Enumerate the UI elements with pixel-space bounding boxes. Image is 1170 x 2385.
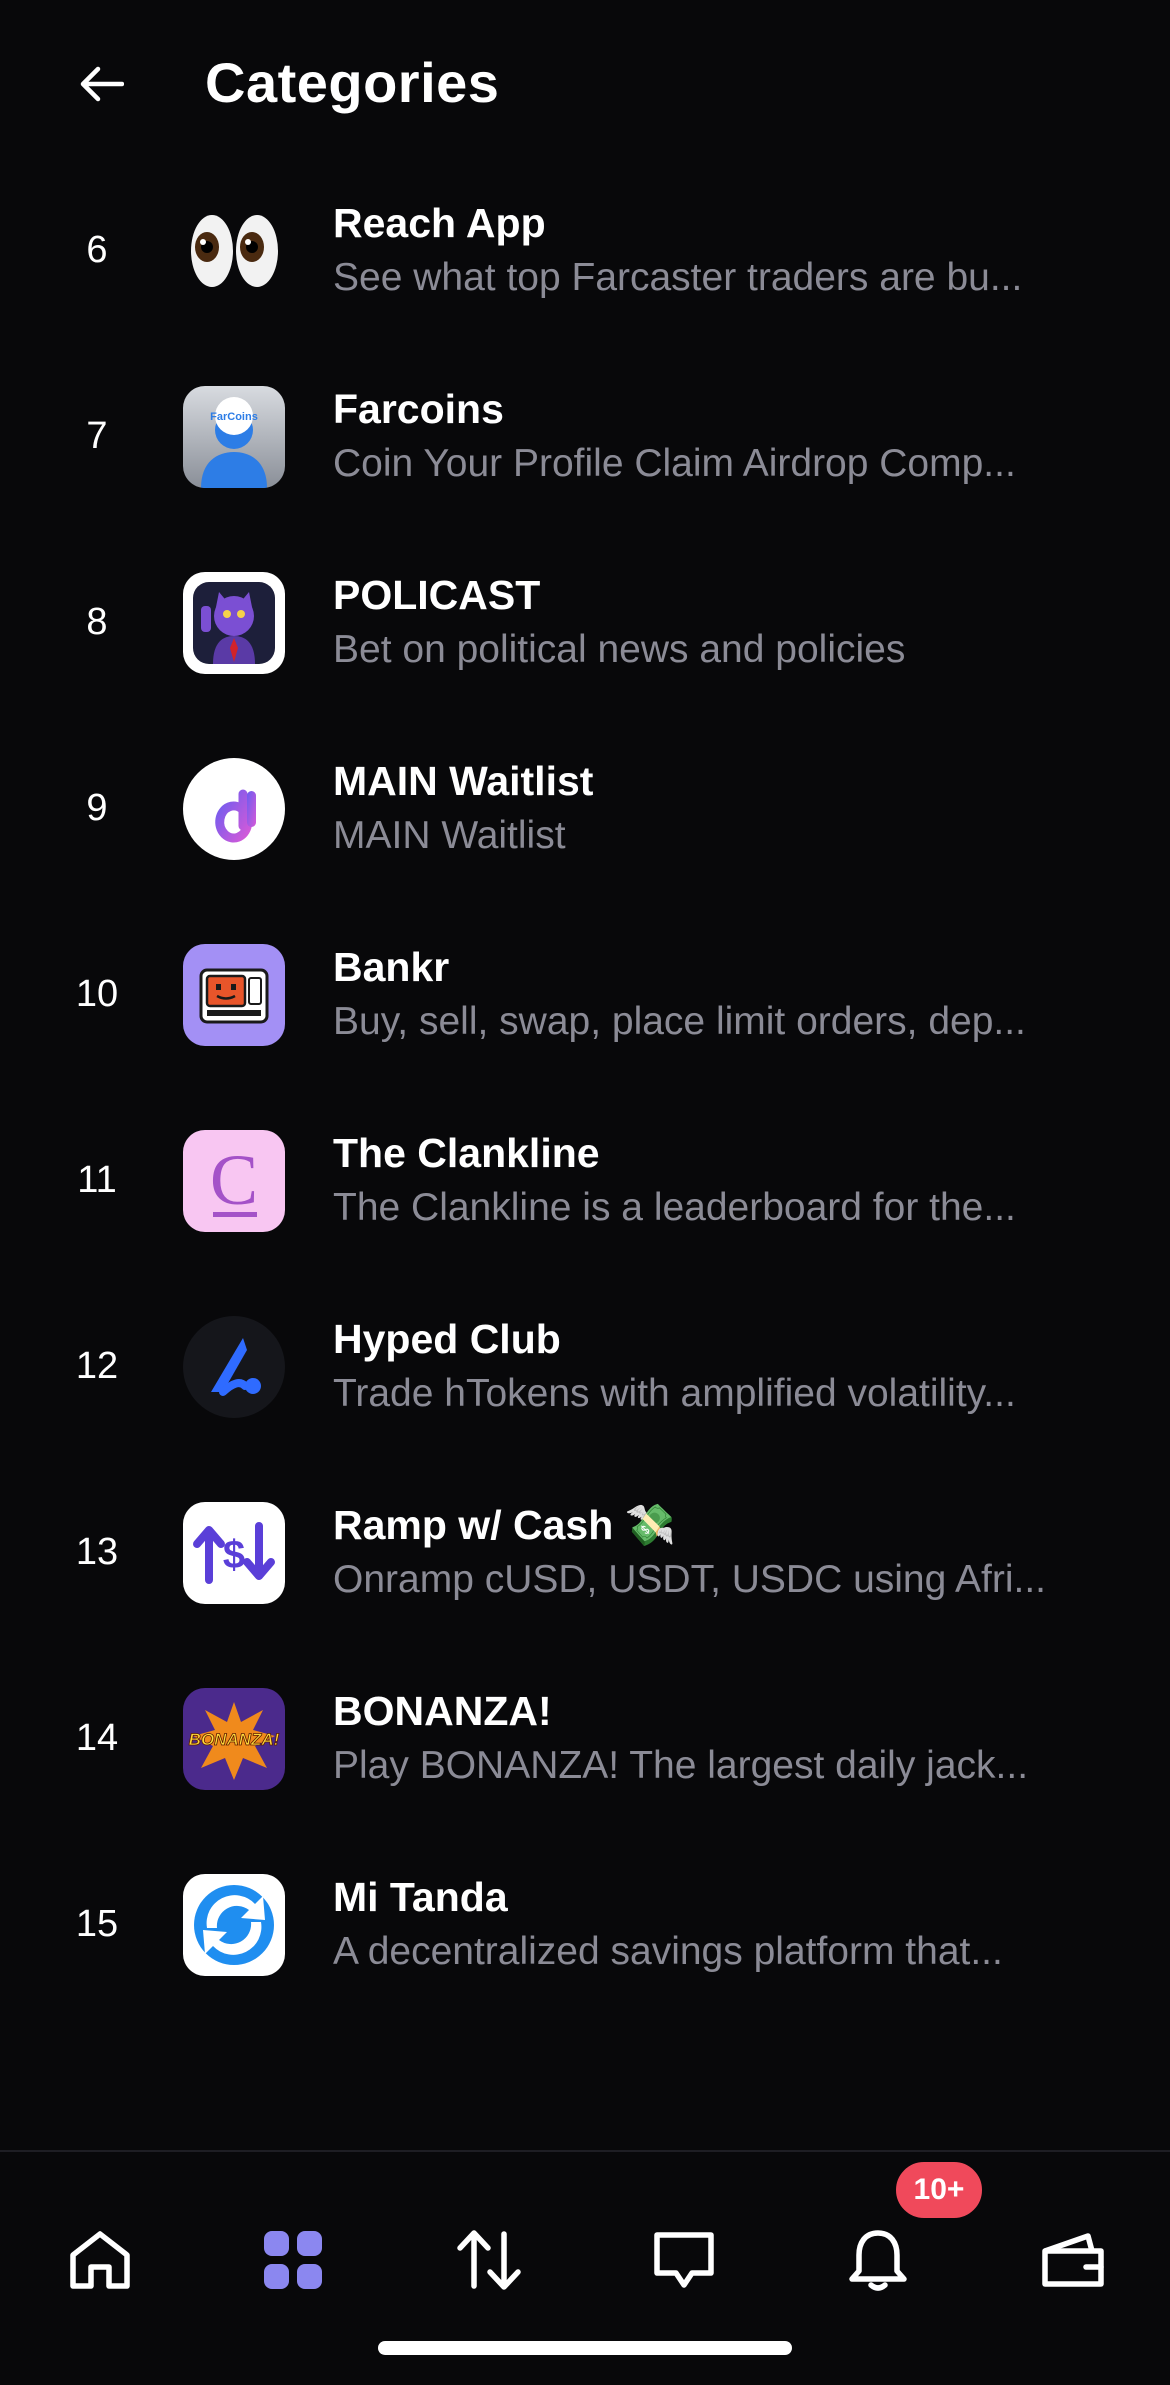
wallet-icon xyxy=(1042,2233,1104,2287)
list-item[interactable]: 15 Mi Tanda A decentralized savings plat… xyxy=(0,1854,1170,2040)
bonanza-icon: BONANZA! xyxy=(183,1688,285,1790)
list-item[interactable]: 14 BONANZA! BONANZA! Play BONANZA! The l… xyxy=(0,1668,1170,1854)
arrow-left-icon xyxy=(80,66,124,102)
rank-number: 11 xyxy=(77,1158,117,1201)
app-description: MAIN Waitlist xyxy=(333,814,566,857)
mi-tanda-icon xyxy=(183,1874,285,1976)
nav-home[interactable] xyxy=(40,2200,160,2320)
list-item[interactable]: 12 Hyped Club Trade hTokens with amplifi… xyxy=(0,1296,1170,1482)
nav-categories[interactable] xyxy=(233,2200,353,2320)
app-description: A decentralized savings platform that... xyxy=(333,1930,1003,1973)
list-item[interactable]: 8 POLICAST Bet on political news and pol… xyxy=(0,552,1170,738)
app-name: Reach App xyxy=(333,200,546,246)
farcoins-icon: FarCoins xyxy=(183,386,285,488)
rank-number: 6 xyxy=(86,228,108,271)
bankr-robot-icon xyxy=(183,944,285,1046)
nav-wallet[interactable] xyxy=(1013,2200,1133,2320)
app-description: Trade hTokens with amplified volatility.… xyxy=(333,1372,1016,1415)
app-name: Farcoins xyxy=(333,386,504,432)
rank-number: 13 xyxy=(75,1530,119,1573)
app-name: The Clankline xyxy=(333,1130,600,1176)
app-name: Hyped Club xyxy=(333,1316,561,1362)
hyped-club-icon xyxy=(183,1316,285,1418)
app-description: See what top Farcaster traders are bu... xyxy=(333,256,1023,299)
app-description: Onramp cUSD, USDT, USDC using Afri... xyxy=(333,1558,1047,1601)
svg-text:C: C xyxy=(210,1140,258,1220)
bell-icon xyxy=(849,2230,907,2291)
header: Categories xyxy=(0,0,1170,170)
rank-number: 15 xyxy=(75,1902,119,1945)
list-item[interactable]: 9 MAIN Waitlist MAIN Waitlist xyxy=(0,738,1170,924)
svg-text:FarCoins: FarCoins xyxy=(210,411,258,423)
eyes-icon xyxy=(183,200,285,302)
app-description: The Clankline is a leaderboard for the..… xyxy=(333,1186,1016,1229)
app-description: Coin Your Profile Claim Airdrop Comp... xyxy=(333,442,1016,485)
rank-number: 7 xyxy=(86,414,108,457)
rank-number: 12 xyxy=(75,1344,119,1387)
svg-text:$: $ xyxy=(223,1533,245,1577)
app-description: Bet on political news and policies xyxy=(333,628,906,671)
app-description: Buy, sell, swap, place limit orders, dep… xyxy=(333,1000,1026,1043)
policast-cat-icon xyxy=(183,572,285,674)
rank-number: 9 xyxy=(86,786,108,829)
app-name: Mi Tanda xyxy=(333,1874,508,1920)
rank-number: 14 xyxy=(75,1716,119,1759)
categories-screen: Categories 6 Reach App See what top Farc… xyxy=(0,0,1170,2385)
app-name: MAIN Waitlist xyxy=(333,758,594,804)
notification-badge: 10+ xyxy=(892,2158,986,2222)
chat-icon xyxy=(654,2232,714,2288)
list-item[interactable]: 13 $ Ramp w/ Cash 💸 Onramp cUSD, USDT, U… xyxy=(0,1482,1170,1668)
rank-number: 8 xyxy=(86,600,108,643)
list-item[interactable]: 6 Reach App See what top Farcaster trade… xyxy=(0,180,1170,366)
swap-arrows-icon xyxy=(457,2230,521,2290)
home-indicator[interactable] xyxy=(378,2341,792,2355)
list-item[interactable]: 7 FarCoins Farcoins Coin Your Profile Cl… xyxy=(0,366,1170,552)
page-title: Categories xyxy=(205,51,500,114)
grid-icon xyxy=(264,2231,322,2289)
app-name: BONANZA! xyxy=(333,1688,552,1734)
list-item[interactable]: 11 C The Clankline The Clankline is a le… xyxy=(0,1110,1170,1296)
svg-text:BONANZA!: BONANZA! xyxy=(189,1730,280,1749)
main-ai-icon xyxy=(183,758,285,860)
app-list: 6 Reach App See what top Farcaster trade… xyxy=(0,180,1170,2040)
nav-swap[interactable] xyxy=(429,2200,549,2320)
ramp-arrows-icon: $ xyxy=(183,1502,285,1604)
list-item[interactable]: 10 Bankr Buy, sell, swap, place limit or… xyxy=(0,924,1170,1110)
rank-number: 10 xyxy=(75,972,119,1015)
app-name: Ramp w/ Cash 💸 xyxy=(333,1502,676,1548)
clankline-c-icon: C xyxy=(183,1130,285,1232)
back-button[interactable] xyxy=(70,52,134,116)
app-description: Play BONANZA! The largest daily jack... xyxy=(333,1744,1029,1787)
app-name: POLICAST xyxy=(333,572,541,618)
nav-messages[interactable] xyxy=(624,2200,744,2320)
app-name: Bankr xyxy=(333,944,450,990)
home-icon xyxy=(70,2231,130,2289)
